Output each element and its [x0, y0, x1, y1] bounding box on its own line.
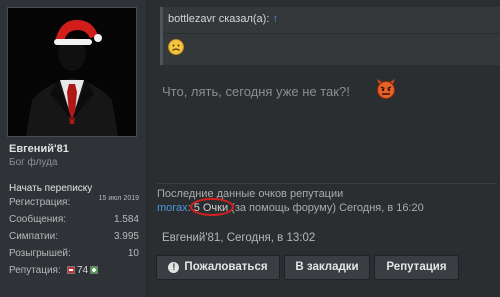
avatar[interactable] — [7, 7, 137, 137]
stat-value: 15 июл 2019 — [98, 195, 139, 202]
quote-block: bottlezavr сказал(а): ↑ — [160, 7, 500, 65]
stat-label: Репутация: — [9, 265, 61, 276]
start-conversation-link[interactable]: Начать переписку — [9, 183, 92, 194]
reputation-minus-icon[interactable] — [67, 266, 75, 274]
user-panel: Евгений'81 Бог флуда Начать переписку Ре… — [0, 0, 147, 297]
reputation-entry: morax: 5 Очки (за помощь форуму) Сегодня… — [157, 198, 424, 216]
stat-label: Сообщения: — [9, 214, 67, 225]
stat-label: Регистрация: — [9, 197, 71, 208]
bookmark-label: В закладки — [295, 261, 359, 273]
reputation-history: Последние данные очков репутации morax: … — [157, 183, 497, 216]
quote-divider — [163, 33, 500, 34]
stat-messages: Сообщения: 1.584 — [9, 214, 139, 231]
report-button[interactable]: ! Пожаловаться — [156, 255, 280, 280]
stat-giveaways: Розыгрышей: 10 — [9, 248, 139, 265]
reputation-reason: (за помощь форуму) Сегодня, в 16:20 — [231, 202, 424, 214]
reputation-value: 74 — [77, 265, 89, 276]
stat-value: 10 — [127, 248, 139, 259]
quote-header: bottlezavr сказал(а): ↑ — [168, 13, 278, 25]
report-label: Пожаловаться — [184, 261, 268, 273]
post-meta[interactable]: Евгений'81, Сегодня, в 13:02 — [162, 232, 315, 244]
stat-likes: Симпатии: 3.995 — [9, 231, 139, 248]
message-text: Что, лять, сегодня уже не так?! — [162, 84, 350, 99]
stat-value: 3.995 — [113, 231, 139, 242]
sad-emoji-icon — [168, 39, 184, 55]
stat-label: Симпатии: — [9, 231, 58, 242]
user-stats: Регистрация: 15 июл 2019 Сообщения: 1.58… — [9, 195, 139, 282]
stat-registration: Регистрация: 15 июл 2019 — [9, 195, 139, 214]
angry-devil-emoji-icon — [377, 79, 395, 99]
quote-author[interactable]: bottlezavr сказал(а): — [168, 13, 269, 25]
info-icon: ! — [168, 262, 180, 273]
reputation-button-label: Репутация — [386, 261, 447, 273]
quote-body — [168, 39, 184, 60]
stat-reputation: Репутация: 74 — [9, 265, 139, 282]
user-title: Бог флуда — [9, 157, 58, 168]
bookmark-button[interactable]: В закладки — [284, 255, 370, 280]
reputation-giver-link[interactable]: morax — [157, 202, 188, 214]
username[interactable]: Евгений'81 — [9, 143, 69, 155]
reputation-button[interactable]: Репутация — [374, 255, 459, 280]
stat-label: Розыгрышей: — [9, 248, 71, 259]
reputation-plus-icon[interactable] — [90, 266, 99, 274]
stat-value: 1.584 — [113, 214, 139, 225]
reputation-title: Последние данные очков репутации — [157, 188, 344, 200]
avatar-image — [8, 8, 136, 136]
highlight-circle — [189, 198, 234, 216]
go-to-quote-arrow-icon[interactable]: ↑ — [272, 13, 278, 25]
reputation-points: 5 Очки — [189, 198, 234, 216]
